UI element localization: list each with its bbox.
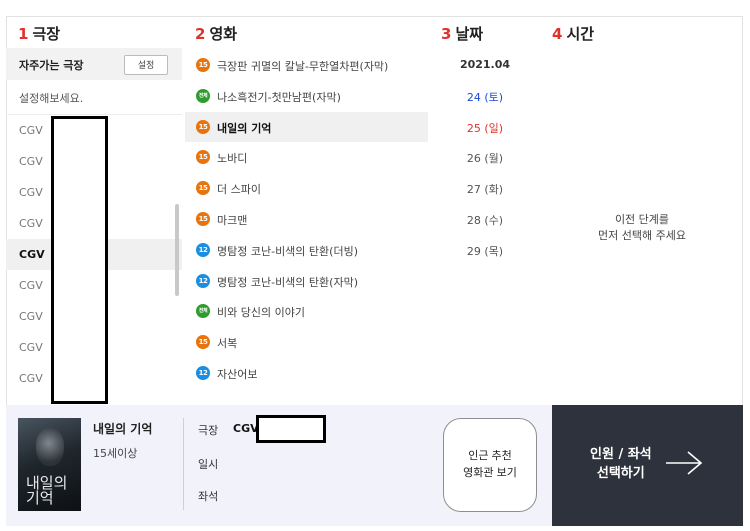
favorite-theaters-label: 자주가는 극장 (19, 59, 84, 72)
date-item[interactable]: 25 (일) (440, 120, 530, 150)
movie-title: 더 스파이 (217, 183, 261, 197)
movie-item[interactable]: 15 내일의 기억 (185, 111, 428, 142)
movie-title: 극장판 귀멸의 칼날-무한열차편(자막) (217, 60, 389, 73)
summary-datetime-label: 일시 (198, 458, 219, 471)
movie-item[interactable]: 15 서복 (185, 327, 428, 357)
date-item[interactable]: 27 (화) (440, 181, 530, 211)
movie-title: 노바디 (217, 152, 248, 166)
summary-theater-label: 극장 (198, 424, 219, 437)
age-rating-badge: 전체 (196, 88, 210, 103)
summary-seat-label: 좌석 (198, 490, 219, 503)
selected-movie-title: 내일의 기억 (93, 422, 153, 436)
select-seats-button[interactable]: 인원 / 좌석 선택하기 (552, 405, 743, 526)
selected-movie-rating: 15세이상 (93, 447, 138, 460)
age-rating-badge: 전체 (196, 304, 210, 319)
age-rating-badge: 15 (196, 150, 210, 165)
date-item[interactable]: 29 (목) (440, 243, 530, 273)
age-rating-badge: 15 (196, 58, 210, 72)
date-month-label: 2021.04 (459, 58, 511, 71)
poster-figure (36, 428, 64, 466)
summary-theater-value: CGV (233, 422, 259, 435)
recommend-line1: 인근 추천 (468, 450, 512, 462)
age-rating-badge: 12 (196, 366, 210, 380)
time-placeholder-message: 이전 단계를 먼저 선택해 주세요 (598, 213, 686, 242)
time-column-header: 4 시간 (552, 25, 595, 43)
divider (183, 418, 184, 510)
movie-title: 나소흑전기-첫만남편(자막) (217, 90, 341, 104)
age-rating-badge: 12 (196, 273, 210, 288)
movie-title: 내일의 기억 (217, 121, 272, 135)
movie-item[interactable]: 전체 나소흑전기-첫만남편(자막) (185, 81, 428, 111)
movie-item[interactable]: 15 더 스파이 (185, 173, 428, 203)
movie-item[interactable]: 15 노바디 (185, 142, 428, 172)
age-rating-badge: 15 (196, 119, 210, 134)
movie-title: 서복 (217, 337, 238, 351)
movie-column-header: 2 영화 (195, 25, 238, 43)
movie-item[interactable]: 12 자산어보 (185, 358, 428, 388)
movie-title: 마크맨 (217, 214, 248, 227)
nearby-theater-recommend-button[interactable]: 인근 추천 영화관 보기 (443, 418, 537, 512)
age-rating-badge: 15 (196, 181, 210, 196)
age-rating-badge: 15 (196, 212, 210, 226)
favorite-hint: 설정해보세요. (19, 92, 84, 105)
date-item[interactable]: 24 (토) (440, 89, 530, 119)
redaction-box (256, 415, 326, 443)
poster-title: 내일의 기억 (26, 474, 68, 507)
date-column-header: 3 날짜 (441, 25, 484, 43)
theater-column-header: 1 극장 (18, 25, 61, 43)
movie-title: 자산어보 (217, 368, 258, 381)
favorite-settings-button[interactable]: 설정 (124, 55, 168, 75)
movie-poster: 내일의 기억 (18, 418, 81, 511)
select-seats-label: 인원 / 좌석 선택하기 (590, 447, 652, 481)
movie-item[interactable]: 15 극장판 귀멸의 칼날-무한열차편(자막) (185, 50, 428, 80)
age-rating-badge: 12 (196, 242, 210, 257)
movie-item[interactable]: 12 명탐정 코난-비색의 탄환(자막) (185, 266, 428, 296)
movie-title: 명탐정 코난-비색의 탄환(자막) (217, 275, 358, 289)
movie-item[interactable]: 15 마크맨 (185, 204, 428, 234)
movie-title: 비와 당신의 이야기 (217, 306, 305, 320)
redaction-box (51, 116, 108, 404)
date-item[interactable]: 28 (수) (440, 212, 530, 242)
theater-list-scrollbar[interactable] (175, 204, 179, 296)
movie-title: 명탐정 코난-비색의 탄환(더빙) (217, 244, 358, 258)
arrow-right-icon (666, 451, 703, 475)
age-rating-badge: 15 (196, 335, 210, 350)
recommend-line2: 영화관 보기 (463, 467, 517, 479)
date-item[interactable]: 26 (월) (440, 150, 530, 180)
favorite-theaters-bar: 자주가는 극장 설정 (6, 48, 182, 80)
movie-item[interactable]: 전체 비와 당신의 이야기 (185, 296, 428, 326)
movie-item[interactable]: 12 명탐정 코난-비색의 탄환(더빙) (185, 235, 428, 265)
